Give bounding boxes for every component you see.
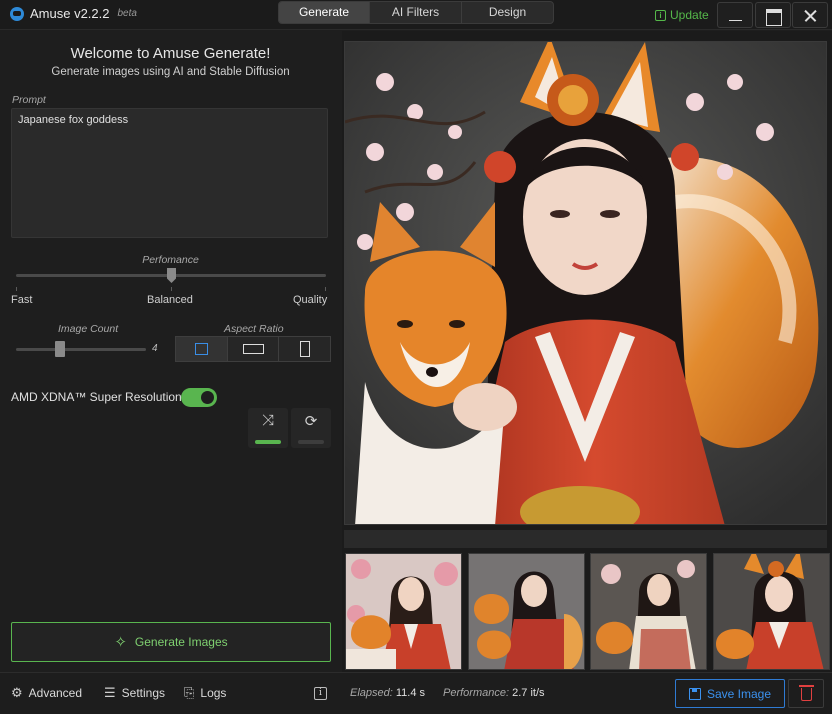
random-seed-indicator bbox=[255, 440, 281, 444]
super-resolution-toggle[interactable] bbox=[181, 388, 217, 407]
app-title: Amuse v2.2.2 beta bbox=[10, 6, 137, 21]
performance-stat-label: Performance: bbox=[443, 687, 510, 699]
reuse-seed-indicator bbox=[298, 440, 324, 444]
advanced-button[interactable]: ⚙ Advanced bbox=[11, 685, 82, 701]
shuffle-icon: ⤨ bbox=[261, 412, 274, 429]
thumbnail-artwork bbox=[469, 554, 584, 669]
settings-button[interactable]: ☰ Settings bbox=[104, 685, 165, 701]
thumbnail-scrollbar[interactable] bbox=[344, 530, 827, 548]
logs-label: Logs bbox=[200, 686, 227, 700]
image-count-value: 4 bbox=[152, 343, 158, 354]
title-bar: Amuse v2.2.2 beta Generate AI Filters De… bbox=[0, 0, 832, 30]
reuse-seed-button[interactable]: ⟳ bbox=[291, 408, 331, 448]
thumbnail-3[interactable] bbox=[590, 553, 707, 670]
welcome-heading: Welcome to Amuse Generate! bbox=[70, 45, 271, 62]
thumbnail-1[interactable] bbox=[345, 553, 462, 670]
performance-stat: Performance: 2.7 it/s bbox=[443, 687, 545, 699]
random-seed-button[interactable]: ⤨ bbox=[248, 408, 288, 448]
app-name: Amuse v2.2.2 bbox=[30, 6, 110, 21]
aspect-ratio-label: Aspect Ratio bbox=[224, 323, 284, 335]
tab-ai-filters[interactable]: AI Filters bbox=[370, 2, 462, 23]
performance-fast-label: Fast bbox=[11, 294, 33, 306]
thumbnail-2[interactable] bbox=[468, 553, 585, 670]
advanced-icon: ⚙ bbox=[11, 685, 23, 700]
generate-images-button[interactable]: ✧ Generate Images bbox=[11, 622, 331, 662]
elapsed-stat: Elapsed: 11.4 s bbox=[350, 687, 425, 699]
logs-icon: ⎘ bbox=[184, 685, 195, 700]
thumbnail-4[interactable] bbox=[713, 553, 830, 670]
super-resolution-label: AMD XDNA™ Super Resolution bbox=[11, 390, 182, 404]
thumbnail-artwork bbox=[346, 554, 461, 669]
sliders-icon: ☰ bbox=[104, 685, 116, 700]
update-icon: i bbox=[655, 9, 666, 21]
refresh-icon: ⟳ bbox=[304, 413, 318, 430]
elapsed-value: 11.4 s bbox=[395, 687, 426, 699]
performance-stat-value: 2.7 it/s bbox=[512, 687, 545, 699]
image-count-label: Image Count bbox=[58, 323, 119, 335]
info-icon[interactable]: i bbox=[314, 687, 327, 700]
thumbnail-artwork bbox=[591, 554, 706, 669]
aspect-square-button[interactable] bbox=[176, 337, 228, 361]
portrait-aspect-icon bbox=[300, 341, 311, 357]
aspect-ratio-group bbox=[175, 336, 331, 362]
save-icon bbox=[688, 687, 701, 700]
minimize-button[interactable] bbox=[717, 2, 753, 28]
performance-balanced-label: Balanced bbox=[147, 294, 193, 306]
maximize-button[interactable] bbox=[755, 2, 791, 28]
preview-artwork bbox=[345, 42, 826, 524]
prompt-input[interactable]: Japanese fox goddess bbox=[11, 108, 328, 238]
aspect-portrait-button[interactable] bbox=[279, 337, 331, 361]
bottom-bar: ⚙ Advanced ☰ Settings ⎘ Logs i Elapsed: … bbox=[0, 672, 832, 714]
update-label: Update bbox=[670, 8, 709, 22]
generated-image-preview[interactable] bbox=[344, 41, 827, 525]
elapsed-label: Elapsed: bbox=[350, 687, 393, 699]
slider-tick bbox=[16, 287, 17, 291]
left-panel: Welcome to Amuse Generate! Generate imag… bbox=[0, 31, 341, 672]
square-aspect-icon bbox=[195, 343, 208, 355]
save-image-button[interactable]: Save Image bbox=[675, 679, 785, 708]
magic-wand-icon: ✧ bbox=[114, 634, 127, 651]
performance-slider-thumb[interactable] bbox=[167, 268, 176, 283]
generate-images-label: Generate Images bbox=[134, 635, 228, 649]
thumbnail-artwork bbox=[714, 554, 829, 669]
settings-label: Settings bbox=[121, 686, 166, 700]
amuse-logo-icon bbox=[10, 6, 24, 21]
slider-tick bbox=[325, 287, 326, 291]
trash-icon bbox=[799, 685, 814, 701]
delete-image-button[interactable] bbox=[788, 679, 824, 708]
performance-label: Perfomance bbox=[142, 254, 199, 266]
performance-quality-label: Quality bbox=[293, 294, 328, 306]
landscape-aspect-icon bbox=[242, 344, 264, 354]
logs-button[interactable]: ⎘ Logs bbox=[184, 685, 226, 701]
image-count-slider[interactable] bbox=[16, 348, 146, 351]
aspect-landscape-button[interactable] bbox=[227, 337, 280, 361]
prompt-label: Prompt bbox=[12, 94, 46, 106]
tab-design[interactable]: Design bbox=[462, 2, 553, 23]
mode-tabs: Generate AI Filters Design bbox=[278, 1, 554, 24]
slider-tick bbox=[171, 287, 172, 291]
image-count-slider-thumb[interactable] bbox=[55, 341, 65, 357]
tab-generate[interactable]: Generate bbox=[279, 2, 370, 23]
update-button[interactable]: i Update bbox=[655, 8, 709, 22]
save-image-label: Save Image bbox=[706, 686, 772, 701]
close-button[interactable] bbox=[792, 2, 828, 28]
advanced-label: Advanced bbox=[28, 686, 83, 700]
welcome-subtitle: Generate images using AI and Stable Diff… bbox=[51, 66, 290, 78]
beta-label: beta bbox=[117, 8, 137, 19]
